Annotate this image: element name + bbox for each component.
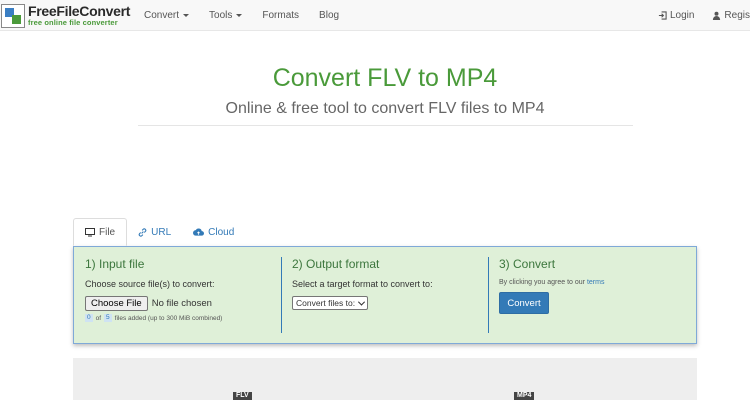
- user-icon: [713, 11, 721, 20]
- caret-down-icon: [183, 14, 190, 17]
- step-convert: 3) Convert By clicking you agree to our …: [499, 257, 689, 314]
- step-output-format: 2) Output format Select a target format …: [292, 257, 487, 311]
- format-info-section: [73, 358, 697, 400]
- nav-account: Login Regis: [640, 0, 750, 31]
- file-count-line: 0 of 5 files added (up to 300 MiB combin…: [85, 314, 280, 322]
- nav-convert-menu[interactable]: Convert: [144, 10, 190, 21]
- file-max-badge: 5: [104, 314, 112, 322]
- step1-title: 1) Input file: [85, 257, 145, 271]
- from-format-tag: FLV: [233, 392, 252, 400]
- tab-url[interactable]: URL: [127, 218, 182, 246]
- choose-file-button[interactable]: Choose File: [85, 296, 148, 311]
- step2-title: 2) Output format: [292, 257, 380, 271]
- file-count-badge: 0: [85, 314, 93, 322]
- nav-tools-label: Tools: [209, 10, 233, 21]
- login-icon: [658, 11, 667, 20]
- brand-name: FreeFileConvert: [28, 3, 131, 20]
- source-tabs: File URL Cloud: [73, 218, 245, 246]
- header-divider: [138, 125, 633, 126]
- file-count-of: of: [95, 314, 102, 322]
- brand-tagline: free online file converter: [28, 18, 118, 28]
- nav-convert-label: Convert: [144, 10, 180, 21]
- navbar: FreeFileConvert free online file convert…: [0, 0, 750, 31]
- cloud-upload-icon: [193, 228, 205, 236]
- nav-formats-link[interactable]: Formats: [262, 10, 299, 21]
- page-subtitle: Online & free tool to convert FLV files …: [225, 100, 545, 117]
- step1-label: Choose source file(s) to convert:: [85, 279, 215, 289]
- tab-url-label: URL: [151, 226, 172, 238]
- chevron-down-icon: [358, 298, 366, 306]
- login-label: Login: [669, 10, 695, 21]
- no-file-chosen-text: No file chosen: [151, 298, 212, 309]
- step-divider: [488, 257, 489, 333]
- caret-down-icon: [236, 14, 243, 17]
- nav-blog-link[interactable]: Blog: [319, 10, 339, 21]
- step-divider: [281, 257, 282, 333]
- step2-label: Select a target format to convert to:: [292, 279, 433, 289]
- register-label: Regis: [724, 10, 750, 21]
- logo-icon: [1, 3, 25, 28]
- terms-notice-text: By clicking you agree to our: [499, 279, 585, 286]
- file-input: Choose File No file chosen: [85, 296, 280, 311]
- tab-cloud[interactable]: Cloud: [182, 218, 245, 246]
- monitor-icon: [85, 227, 95, 236]
- output-format-select[interactable]: Convert files to:: [292, 296, 369, 310]
- output-format-value: Convert files to:: [296, 298, 356, 308]
- step3-title: 3) Convert: [499, 257, 556, 271]
- terms-notice: By clicking you agree to our terms: [499, 279, 689, 286]
- to-format-tag: MP4: [514, 392, 535, 400]
- convert-panel: 1) Input file Choose source file(s) to c…: [73, 246, 697, 344]
- login-link[interactable]: Login: [658, 10, 694, 21]
- brand-logo[interactable]: FreeFileConvert free online file convert…: [0, 2, 130, 29]
- terms-link[interactable]: terms: [587, 279, 605, 286]
- link-icon: [138, 227, 147, 237]
- nav-links: Convert Tools Formats Blog: [144, 0, 359, 31]
- convert-button[interactable]: Convert: [499, 292, 549, 314]
- files-added-text: files added (up to 300 MiB combined): [114, 314, 223, 322]
- tab-file-label: File: [99, 226, 116, 238]
- nav-tools-menu[interactable]: Tools: [209, 10, 243, 21]
- tab-file[interactable]: File: [73, 218, 128, 246]
- page-title: Convert FLV to MP4: [272, 64, 498, 92]
- step-input-file: 1) Input file Choose source file(s) to c…: [85, 257, 280, 322]
- tab-cloud-label: Cloud: [208, 226, 235, 238]
- register-link[interactable]: Regis: [712, 10, 750, 21]
